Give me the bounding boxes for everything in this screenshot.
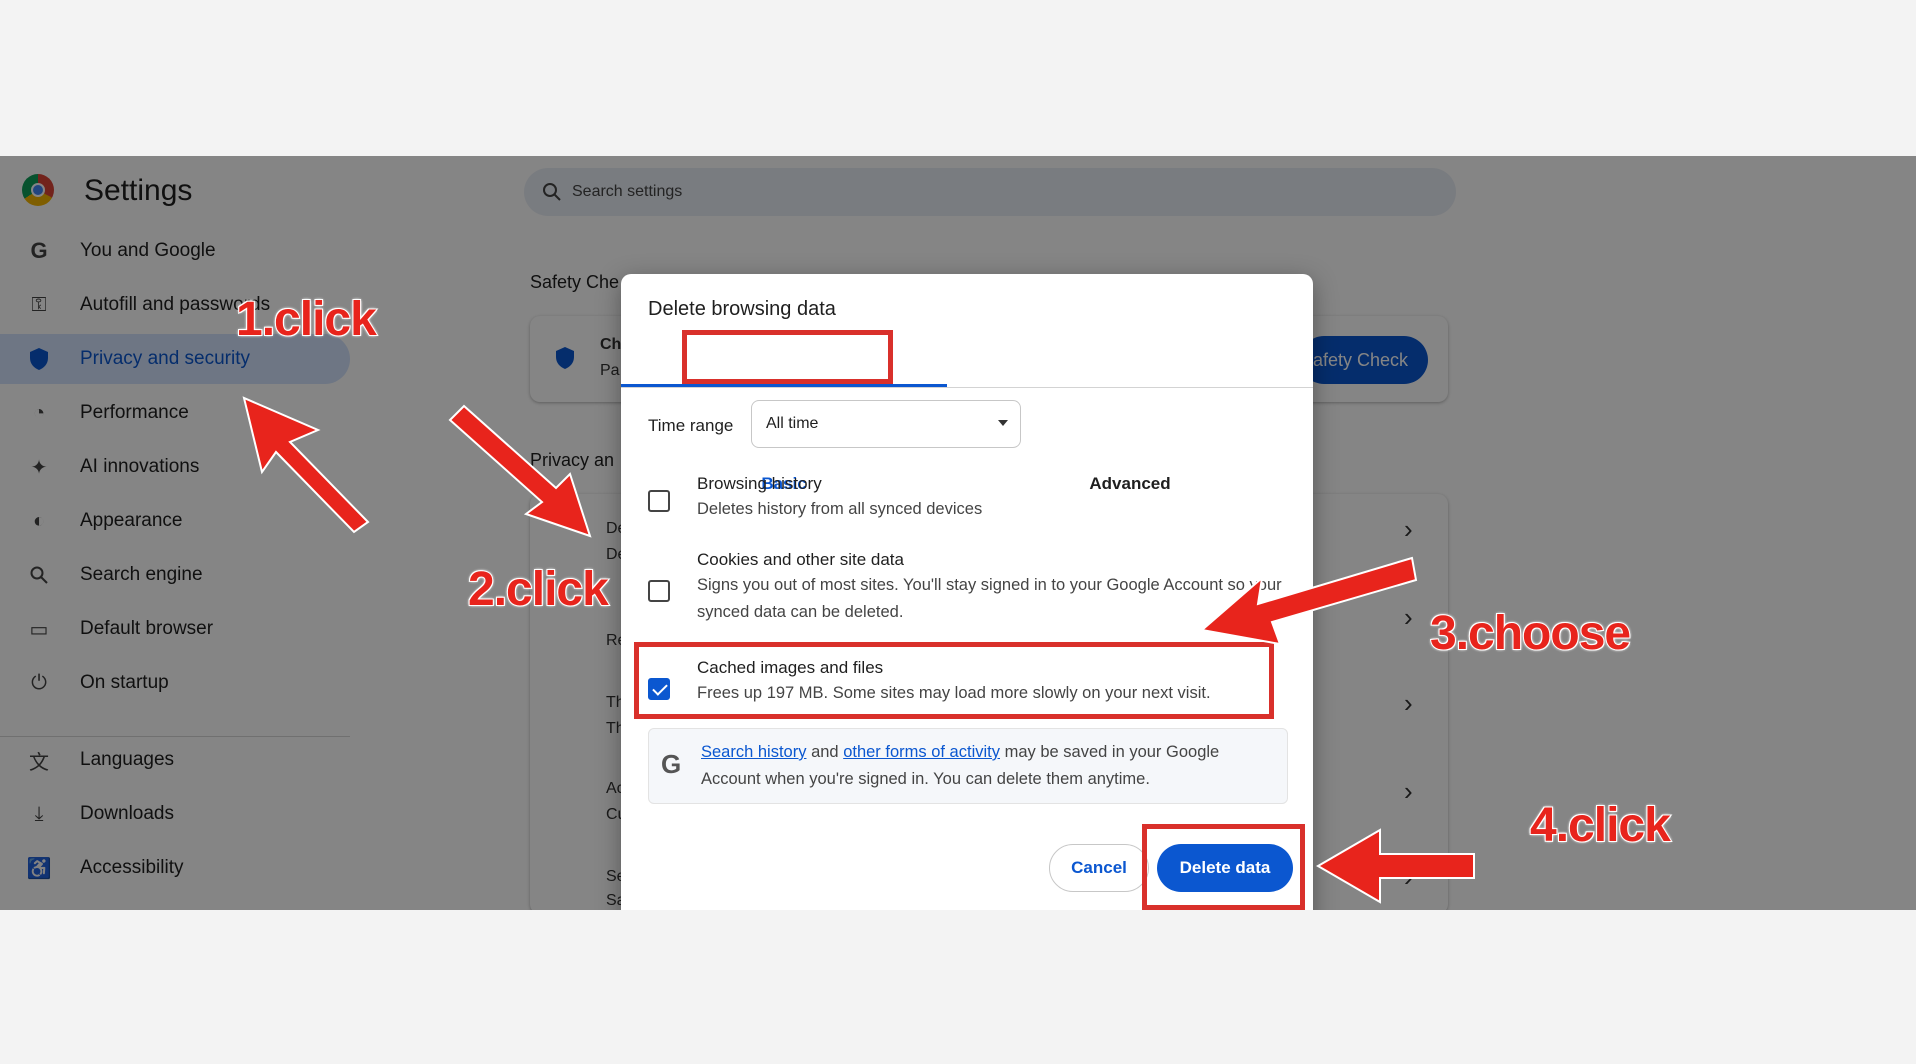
- google-g-icon: G: [661, 749, 682, 779]
- step-2-label: 2.click: [467, 562, 610, 617]
- google-activity-info: G Search history and other forms of acti…: [648, 728, 1288, 804]
- time-range-label: Time range: [648, 416, 734, 435]
- time-range-value: All time: [766, 415, 819, 432]
- time-range-select[interactable]: All time: [751, 400, 1021, 448]
- step-3-label: 3.choose: [1429, 606, 1632, 661]
- search-history-link[interactable]: Search history: [701, 743, 806, 761]
- option-description: Deletes history from all synced devices: [697, 500, 983, 518]
- step-4-label: 4.click: [1529, 798, 1672, 853]
- option-description: Signs you out of most sites. You'll stay…: [697, 576, 1282, 621]
- cancel-button[interactable]: Cancel: [1049, 844, 1149, 892]
- step-1-label: 1.click: [235, 292, 378, 347]
- option-title: Cookies and other site data: [697, 550, 904, 569]
- highlight-cached-images: [634, 642, 1274, 719]
- option-title: Browsing history: [697, 474, 822, 493]
- highlight-delete-button: [1142, 824, 1305, 910]
- caret-down-icon: [998, 420, 1008, 426]
- browsing-history-checkbox[interactable]: [648, 490, 670, 512]
- tab-divider: [621, 387, 1313, 388]
- cookies-checkbox[interactable]: [648, 580, 670, 602]
- google-info-text: Search history and other forms of activi…: [701, 739, 1261, 793]
- other-activity-link[interactable]: other forms of activity: [843, 743, 1000, 761]
- highlight-basic-tab: [682, 330, 893, 384]
- info-conjunction: and: [811, 743, 839, 761]
